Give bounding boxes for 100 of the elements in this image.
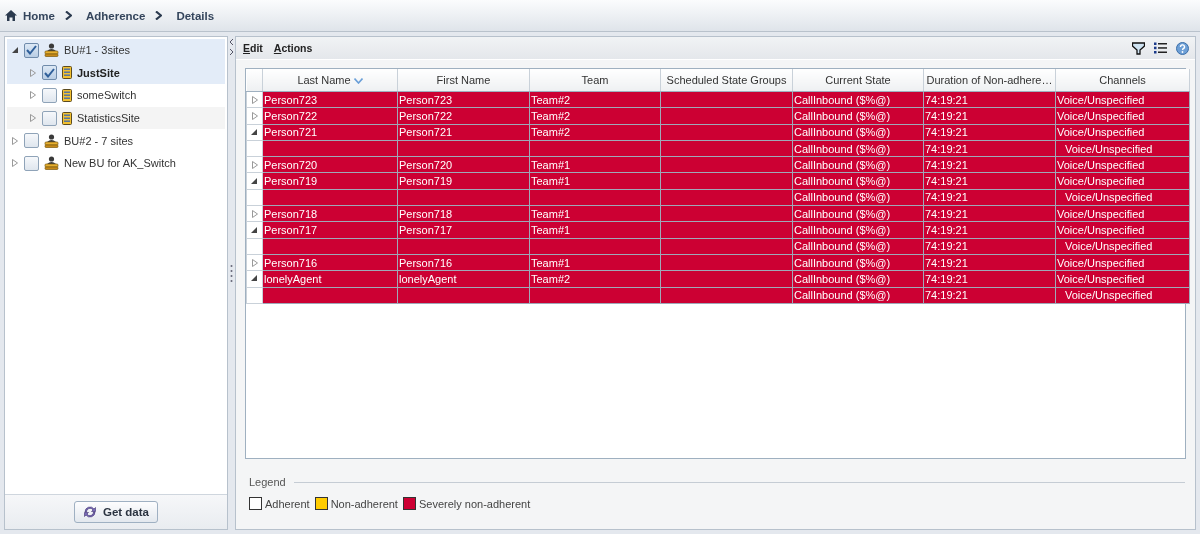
table-cell-text: CallInbound ($%@) bbox=[794, 240, 891, 253]
collapse-triangle-icon[interactable] bbox=[11, 46, 19, 54]
table-cell-text: 74:19:21 bbox=[925, 126, 968, 139]
table-cell-text: CallInbound ($%@) bbox=[794, 126, 891, 139]
expand-triangle-icon[interactable] bbox=[30, 68, 36, 77]
table-cell-text: Voice/Unspecified bbox=[1065, 191, 1153, 204]
table-cell-text: CallInbound ($%@) bbox=[794, 158, 891, 171]
expand-triangle-icon[interactable] bbox=[251, 209, 258, 218]
table-cell-text: Team#2 bbox=[531, 272, 571, 285]
table-cell-text: Voice/Unspecified bbox=[1057, 256, 1145, 269]
table-cell-text: Person716 bbox=[399, 256, 453, 269]
checkbox[interactable] bbox=[24, 155, 39, 171]
checkmark-icon bbox=[44, 67, 55, 78]
expand-triangle-icon[interactable] bbox=[30, 91, 36, 100]
tree-row-highlight[interactable]: BU#1 - 3sites bbox=[7, 39, 225, 62]
table-cell-text: 74:19:21 bbox=[925, 207, 968, 220]
table-cell-text: Voice/Unspecified bbox=[1057, 93, 1145, 106]
column-header[interactable]: Team bbox=[529, 69, 661, 92]
expand-triangle-icon[interactable] bbox=[251, 258, 258, 267]
table-cell-text: CallInbound ($%@) bbox=[794, 256, 891, 269]
table-cell-text: CallInbound ($%@) bbox=[794, 207, 891, 220]
table-cell-text: lonelyAgent bbox=[399, 272, 457, 285]
help-icon[interactable] bbox=[1176, 41, 1189, 55]
table-cell-text: Team#1 bbox=[531, 224, 571, 236]
table-cell-text: 74:19:21 bbox=[925, 175, 968, 188]
column-header[interactable]: Current State bbox=[792, 69, 924, 92]
table-cell-text: Person722 bbox=[399, 109, 453, 122]
table-cell-text: 74:19:21 bbox=[925, 191, 968, 204]
table-cell-text: Voice/Unspecified bbox=[1057, 224, 1145, 236]
tree-item-label[interactable]: someSwitch bbox=[77, 89, 137, 102]
table-cell-text: Person719 bbox=[264, 175, 318, 188]
legend-label: Severely non-adherent bbox=[418, 497, 531, 510]
table-cell-text: CallInbound ($%@) bbox=[794, 142, 891, 155]
collapse-triangle-icon[interactable] bbox=[251, 226, 258, 234]
checkmark-icon bbox=[26, 45, 37, 56]
table-cell-text: CallInbound ($%@) bbox=[794, 224, 891, 236]
list-icon[interactable] bbox=[1154, 42, 1167, 54]
table-cell-text: Team#1 bbox=[531, 207, 571, 220]
expand-triangle-icon[interactable] bbox=[12, 159, 18, 168]
expand-triangle-icon[interactable] bbox=[12, 136, 18, 145]
table-cell-text: Person718 bbox=[264, 207, 318, 220]
collapse-triangle-icon[interactable] bbox=[251, 128, 258, 136]
table-cell-text: 74:19:21 bbox=[925, 142, 968, 155]
table-cell-text: Person720 bbox=[264, 158, 318, 171]
table-cell-text: Team#2 bbox=[531, 109, 571, 122]
tree-item-label[interactable]: StatisticsSite bbox=[77, 112, 140, 125]
table-cell-text: Voice/Unspecified bbox=[1057, 207, 1145, 220]
collapse-triangle-icon[interactable] bbox=[251, 275, 258, 283]
table-cell-text: 74:19:21 bbox=[925, 289, 968, 302]
column-header[interactable]: Duration of Non-adhere… bbox=[923, 69, 1056, 92]
table-cell-text: Person716 bbox=[264, 256, 318, 269]
breadcrumb-link[interactable]: Adherence bbox=[85, 9, 146, 22]
person-on-stack-icon bbox=[44, 156, 59, 171]
collapse-triangle-icon[interactable] bbox=[251, 177, 258, 185]
table-cell-text: 74:19:21 bbox=[925, 256, 968, 269]
filter-icon[interactable] bbox=[1132, 41, 1145, 55]
collapse-arrows-icon[interactable] bbox=[229, 38, 234, 56]
checkbox[interactable] bbox=[42, 88, 57, 103]
expand-triangle-icon[interactable] bbox=[251, 111, 258, 120]
expand-triangle-icon[interactable] bbox=[30, 114, 36, 123]
legend-title: Legend bbox=[249, 476, 286, 488]
breadcrumb-link[interactable]: Home bbox=[23, 9, 55, 22]
table-cell-text: Voice/Unspecified bbox=[1057, 126, 1145, 139]
tree-item-label: JustSite bbox=[77, 66, 120, 79]
table-cell-text: Person723 bbox=[399, 93, 453, 106]
column-header[interactable]: Last Name bbox=[262, 69, 398, 92]
table-cell-text: lonelyAgent bbox=[264, 272, 322, 285]
legend-label: Adherent bbox=[265, 497, 310, 510]
tree-item-label[interactable]: New BU for AK_Switch bbox=[64, 157, 176, 170]
building-icon bbox=[62, 89, 72, 102]
table-cell-text: Voice/Unspecified bbox=[1065, 142, 1153, 155]
table-cell-text: Team#2 bbox=[531, 126, 571, 139]
get-data-button[interactable]: Get data bbox=[74, 501, 158, 523]
expand-triangle-icon[interactable] bbox=[251, 160, 258, 169]
table-cell-text: CallInbound ($%@) bbox=[794, 175, 891, 188]
table-cell-text: Team#1 bbox=[531, 175, 571, 188]
tree-row-highlight[interactable]: JustSite bbox=[7, 61, 225, 85]
breadcrumb-link[interactable]: Details bbox=[176, 9, 215, 22]
chevron-right-icon bbox=[155, 11, 163, 20]
table-cell-text: Voice/Unspecified bbox=[1057, 272, 1145, 285]
home-icon bbox=[5, 10, 17, 21]
checkbox[interactable] bbox=[24, 133, 39, 149]
table-cell-text: Person718 bbox=[399, 207, 453, 220]
tree-item-label[interactable]: BU#2 - 7 sites bbox=[64, 134, 134, 147]
column-header[interactable]: Scheduled State Groups bbox=[660, 69, 793, 92]
checkbox[interactable] bbox=[24, 42, 39, 58]
column-header[interactable]: Channels bbox=[1055, 69, 1190, 92]
checkbox[interactable] bbox=[42, 110, 57, 126]
column-header[interactable]: First Name bbox=[397, 69, 530, 92]
menu-item[interactable]: Edit bbox=[243, 42, 263, 54]
table-cell-text: Person717 bbox=[264, 224, 318, 236]
building-icon bbox=[62, 66, 72, 80]
expand-triangle-icon[interactable] bbox=[251, 95, 258, 104]
table-cell-text: 74:19:21 bbox=[925, 240, 968, 253]
chevron-right-icon bbox=[64, 11, 72, 20]
refresh-icon bbox=[83, 505, 97, 519]
menu-item[interactable]: Actions bbox=[273, 42, 313, 54]
table-cell-text: CallInbound ($%@) bbox=[794, 191, 891, 204]
table-cell-text: Person717 bbox=[399, 224, 453, 236]
checkbox[interactable] bbox=[42, 65, 57, 81]
